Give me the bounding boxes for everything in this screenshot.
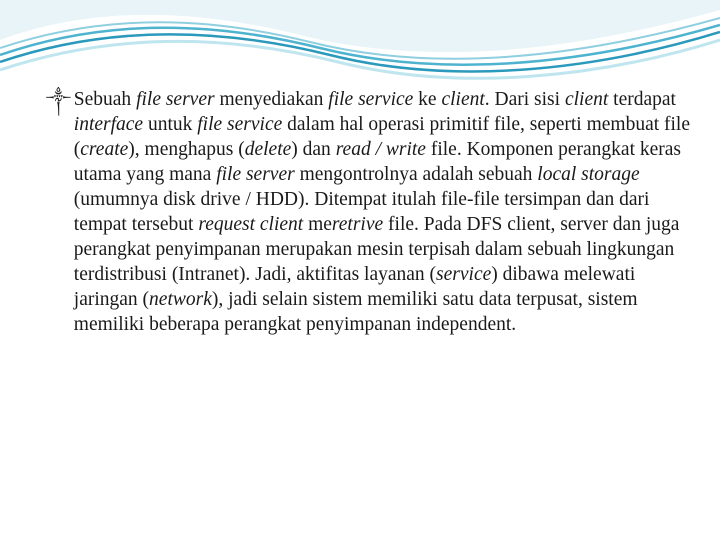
txt-italic: network (149, 289, 212, 310)
txt: . Dari sisi (485, 89, 565, 110)
txt: menyediakan (215, 89, 329, 110)
txt-italic: file server (216, 164, 295, 185)
txt-italic: client (441, 89, 484, 110)
txt-italic: file service (328, 89, 413, 110)
txt-italic: file server (136, 89, 215, 110)
txt: untuk (143, 114, 197, 135)
txt: Sebuah (74, 89, 136, 110)
txt: mengontrolnya adalah sebuah (295, 164, 538, 185)
txt-italic: retrive (332, 214, 383, 235)
paragraph-text: Sebuah file server menyediakan file serv… (74, 88, 690, 338)
txt-italic: local storage (537, 164, 639, 185)
bullet-icon: ༒ (46, 88, 71, 114)
txt: ), menghapus ( (128, 139, 244, 160)
slide-body: ༒ Sebuah file server menyediakan file se… (46, 88, 690, 338)
txt-italic: read / write (336, 139, 426, 160)
txt-italic: delete (245, 139, 292, 160)
slide-background-waves (0, 0, 720, 90)
txt: me (303, 214, 332, 235)
txt: ) dan (291, 139, 335, 160)
txt-italic: request client (198, 214, 303, 235)
txt-italic: create (80, 139, 128, 160)
txt-italic: file service (197, 114, 282, 135)
txt: terdapat (608, 89, 676, 110)
txt-italic: service (436, 264, 491, 285)
txt: ke (413, 89, 441, 110)
txt-italic: client (565, 89, 608, 110)
txt-italic: interface (74, 114, 143, 135)
